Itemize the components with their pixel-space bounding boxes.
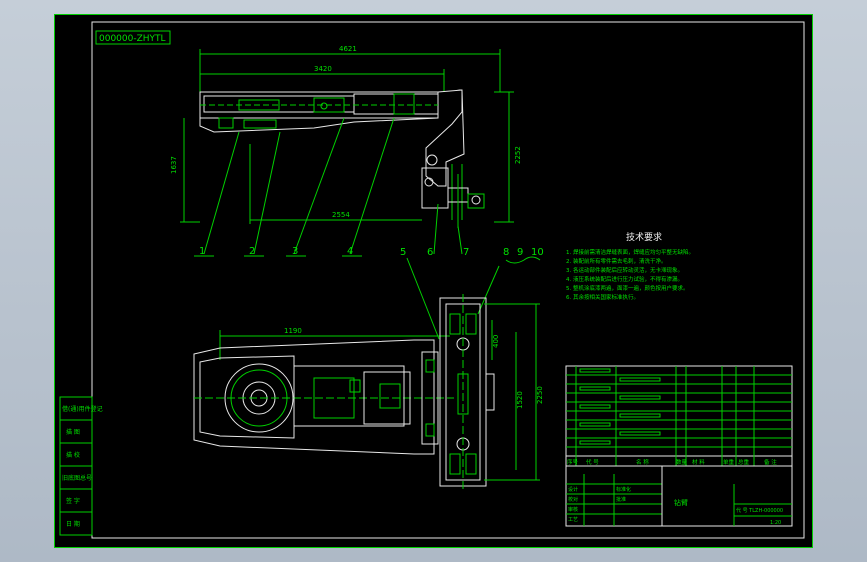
drawing-canvas[interactable]: 000000-ZHYTL 借(通)用件登记 描 图 描 校 旧底图总号 签 字 … <box>54 14 813 548</box>
callout-4: 4 <box>347 246 353 257</box>
mount-plate: 400 1520 2250 <box>439 294 544 492</box>
tech-line-3: 3. 各运动部件装配后应转动灵活，无卡滞现象。 <box>566 266 683 274</box>
callout-5: 5 <box>400 247 406 258</box>
bom-header-6: 单重 <box>723 458 735 466</box>
bom-header-2: 代 号 <box>586 458 599 466</box>
left-panel: 借(通)用件登记 描 图 描 校 旧底图总号 签 字 日 期 <box>59 396 103 536</box>
tech-line-1: 1. 焊接前需清洁焊缝表面，焊缝应均匀平整无缺陷。 <box>566 248 694 256</box>
dim-overall: 4621 <box>339 45 357 53</box>
left-panel-6: 日 期 <box>66 520 80 528</box>
callout-8: 8 <box>503 247 509 258</box>
bom-header-7: 总重 <box>738 458 750 466</box>
title-code: 代 号 TLZH-000000 <box>736 507 783 514</box>
title-label-3: 审核 <box>568 506 578 513</box>
dim-boom: 3420 <box>314 65 332 73</box>
bom-header-3: 名 称 <box>636 458 649 466</box>
title-block: 钻臂 代 号 TLZH-000000 1:20 设计 校对 审核 工艺 标准化 … <box>565 465 793 527</box>
dim-right-a: 400 <box>492 335 500 348</box>
plan-view: 1190 <box>193 327 454 455</box>
bom-header-8: 备 注 <box>764 458 777 466</box>
tech-line-4: 4. 液压系统装配后进行压力试验，不得有渗漏。 <box>566 275 683 283</box>
elevation-view: 4621 3420 1637 2252 2554 <box>170 45 522 228</box>
callout-1: 1 <box>199 246 205 257</box>
dim-right-c: 2250 <box>536 386 544 404</box>
title-label-1: 设计 <box>568 486 578 493</box>
title-label-2: 校对 <box>568 496 578 503</box>
bom-table: 序号 代 号 名 称 数量 材 料 单重 总重 备 注 <box>565 365 793 467</box>
dim-bottom: 2554 <box>332 211 350 219</box>
left-panel-5: 签 字 <box>66 497 80 505</box>
tech-line-5: 5. 整机涂底漆两遍，面漆一遍，颜色按用户要求。 <box>566 284 689 292</box>
callout-2: 2 <box>249 246 255 257</box>
tech-line-6: 6. 其余按相关国家标准执行。 <box>566 293 639 301</box>
callout-7: 7 <box>463 247 469 258</box>
callout-10: 10 <box>531 247 544 258</box>
bom-header-5: 材 料 <box>692 458 705 466</box>
callout-leaders <box>194 117 541 340</box>
tech-line-2: 2. 装配前所有零件需去毛刺，清洗干净。 <box>566 257 667 265</box>
dim-plan: 1190 <box>284 327 302 335</box>
callout-3: 3 <box>292 246 298 257</box>
title-label-4: 工艺 <box>568 517 578 523</box>
drawing-code: 000000-ZHYTL <box>99 34 166 44</box>
dim-height-right: 2252 <box>514 146 522 164</box>
dim-right-b: 1520 <box>516 391 524 409</box>
dim-height-left: 1637 <box>170 156 178 174</box>
callout-6: 6 <box>427 247 433 258</box>
bom-header-1: 序号 <box>567 458 579 466</box>
title-scale: 1:20 <box>770 520 781 526</box>
drawing-svg: 000000-ZHYTL 借(通)用件登记 描 图 描 校 旧底图总号 签 字 … <box>54 14 813 548</box>
left-panel-2: 描 图 <box>66 428 80 436</box>
left-panel-3: 描 校 <box>66 451 80 459</box>
callout-9: 9 <box>517 247 523 258</box>
title-name: 钻臂 <box>674 498 688 507</box>
tech-title: 技术要求 <box>626 231 662 243</box>
left-panel-1: 借(通)用件登记 <box>62 405 103 413</box>
left-panel-4: 旧底图总号 <box>62 474 92 482</box>
title-label-6: 批准 <box>616 496 626 503</box>
title-label-5: 标准化 <box>616 486 631 493</box>
bom-header-4: 数量 <box>676 458 688 466</box>
cad-window: 000000-ZHYTL 借(通)用件登记 描 图 描 校 旧底图总号 签 字 … <box>0 0 867 562</box>
